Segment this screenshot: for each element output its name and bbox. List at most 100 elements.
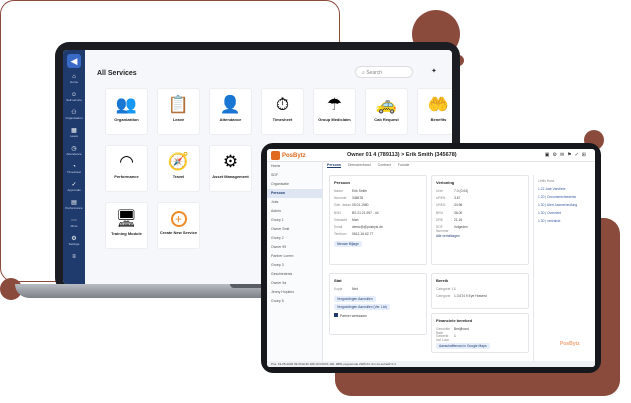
notification-bell-icon[interactable]: ✦: [431, 67, 437, 75]
info-value: Volgeden: [454, 224, 468, 229]
maps-button[interactable]: Aanschaffenvan in Google Maps: [436, 343, 490, 350]
history-item[interactable]: 1.22 Jaar Vandiete: [538, 187, 587, 195]
tablet-sidebar-item[interactable]: SDF: [267, 171, 322, 180]
toolbar-icons[interactable]: ▣⚙✉⚑✓⊞: [545, 152, 589, 158]
sidebar-item-label: Performance: [65, 206, 83, 210]
info-key: Nummer: [334, 196, 347, 201]
history-item[interactable]: 1.30 | vertraisie: [538, 219, 587, 227]
range-card: Bereik Categorie 1 1 Categorie 1.3.674 9 Ey…: [431, 273, 529, 309]
tab-contract[interactable]: Contract: [378, 163, 391, 167]
service-tile-label: Timesheet: [272, 117, 293, 122]
sidebar-item-timesheet[interactable]: ◔ Timesheet: [63, 164, 85, 181]
leave-icon: 📋: [167, 95, 190, 114]
tablet-sidebar-item[interactable]: Jobs: [267, 198, 322, 207]
sidebar-item-home[interactable]: ⌂ Home: [63, 74, 85, 91]
info-row: Geslacht Man: [334, 218, 422, 225]
org-chart-icon: 👥: [115, 95, 138, 114]
service-tile[interactable]: ☂ Group Mediclaim: [313, 88, 356, 135]
tablet-sidebar-item[interactable]: Owner 99: [267, 243, 322, 252]
info-row: UREN 34.96: [436, 203, 524, 210]
tablet-sidebar-item[interactable]: Geschiedenis: [267, 270, 322, 279]
info-key: Email: [334, 224, 343, 229]
info-key: Uren: [436, 189, 444, 193]
service-tile[interactable]: 👤 Attendance: [209, 88, 252, 135]
history-item[interactable]: 1.20 | Documentchiedenis: [538, 195, 587, 203]
sidebar-item-settings[interactable]: ⚙ Settings: [63, 236, 85, 253]
tablet-sidebar-item[interactable]: Partner Lorem: [267, 252, 322, 261]
service-tile[interactable]: ⏱ Timesheet: [261, 88, 304, 135]
sidebar-item-menu[interactable]: ≡: [63, 254, 85, 271]
service-tile[interactable]: ◠ Performance: [105, 145, 148, 192]
sidebar-item-self-service[interactable]: ☺ Self-service: [63, 92, 85, 109]
sidebar-item-organisation[interactable]: ⚇ Organisation: [63, 110, 85, 127]
info-value: BS 21.21.997 - 44: [352, 210, 379, 215]
gauge-icon: ◠: [119, 152, 134, 171]
tablet-sidebar-item[interactable]: Organisatie: [267, 180, 322, 189]
history-item[interactable]: 1.30 | Alert Jaarverbruiking: [538, 203, 587, 211]
tablet-sidebar-item[interactable]: Admin: [267, 207, 322, 216]
plus-icon: +: [170, 211, 187, 227]
service-tile[interactable]: + Create New Service: [157, 202, 200, 249]
tablet-sidebar-item[interactable]: Persoon: [267, 189, 322, 198]
service-tile[interactable]: 🚕 Cab Request: [365, 88, 408, 135]
sidebar-item-approvals[interactable]: ✓ Approvals: [63, 182, 85, 199]
info-key: Geworkte Rate: [436, 327, 451, 335]
tab-dienstverband[interactable]: Dienstverband: [348, 163, 371, 167]
sidebar-item-label: Organisation: [65, 116, 83, 120]
tab-persoon[interactable]: Persoon: [327, 163, 342, 168]
sidebar-item-performance[interactable]: ▤ Performance: [63, 200, 85, 217]
info-value: 09.01.1980: [352, 203, 369, 208]
tablet-sidebar-item[interactable]: Jenny Hopkins: [267, 288, 322, 297]
all-leave-link[interactable]: Alle verlofdagen: [436, 234, 460, 238]
info-row: Geb. datum 09.01.1980: [334, 203, 422, 210]
info-key: Geslacht: [334, 217, 348, 222]
tablet-sidebar-item[interactable]: Owner 9a: [267, 279, 322, 288]
tab-functie[interactable]: Functie: [398, 163, 409, 167]
tablet-sidebar: Home SDF Organisatie Persoon Jobs Admin Groep …: [267, 162, 323, 367]
sidebar-item-leave[interactable]: ▦ Leave: [63, 128, 85, 145]
service-tile[interactable]: 👥 Organization: [105, 88, 148, 135]
service-tile-label: Attendance: [219, 117, 242, 122]
info-row: Naam Erik Smith: [334, 189, 422, 196]
info-value: 0612-16.62.77: [352, 232, 374, 237]
service-tile[interactable]: ⚙ Asset Management: [209, 145, 252, 192]
status-bar: Pos: 19-05-2020 09:30 EUR 189.19 ROOS 19…: [267, 361, 595, 367]
service-tile-label: Asset Management: [212, 174, 249, 179]
status-key: Kopje: [334, 287, 343, 291]
info-row: UREN 3.67: [436, 196, 524, 203]
tablet-sidebar-item[interactable]: Home: [267, 162, 322, 171]
allowance-button-2[interactable]: Vergoedingen Aanvullen (Ver. Ltd): [334, 304, 390, 311]
service-tile[interactable]: 🧭 Travel: [157, 145, 200, 192]
info-value: Erik Smith: [352, 189, 368, 193]
tablet-sidebar-item[interactable]: Groep 3: [267, 261, 322, 270]
info-key: SOF Nummer: [436, 224, 449, 233]
status-heading: Stat: [334, 278, 342, 283]
attendance-icon: 👤: [219, 95, 242, 114]
service-tile[interactable]: 🖥 Training Module: [105, 202, 148, 249]
service-tile[interactable]: 📋 Leave: [157, 88, 200, 135]
info-value: 345678: [352, 196, 364, 201]
brand-logo-icon: [271, 151, 280, 160]
history-item[interactable]: 1.30 | Overzicht: [538, 211, 587, 219]
service-tile-label: Training Module: [111, 231, 142, 236]
tablet-sidebar-item[interactable]: Groep 5: [267, 297, 322, 306]
umbrella-icon: ☂: [326, 95, 343, 114]
service-tile[interactable]: 🤲 Benefits: [417, 88, 452, 135]
tablet-topbar: PosBytz Owner 01 4 (789113) > Erik Smith…: [267, 149, 595, 162]
finance-card: Financiele bereked Geworkte Rate Berijfho…: [431, 313, 529, 353]
brand-logo[interactable]: PosBytz: [271, 151, 306, 160]
person-card: Persoon Naam Erik Smith Nummer 345678 Geb. d…: [329, 175, 427, 265]
sidebar-item-attendance[interactable]: ◷ Attendance: [63, 146, 85, 163]
partner-checkbox[interactable]: [334, 313, 338, 318]
tablet-sidebar-item[interactable]: Groep 2: [267, 234, 322, 243]
history-item: Leftis Hoss: [538, 179, 555, 183]
sidebar-item-more[interactable]: ⋯ More: [63, 218, 85, 235]
asset-icon: ⚙: [222, 152, 239, 171]
tablet-sidebar-item[interactable]: Groep 1: [267, 216, 322, 225]
new-attachment-button[interactable]: Nieuwe Bijlage: [334, 241, 362, 248]
tablet-sidebar-item[interactable]: Owner Smit: [267, 225, 322, 234]
page-title: All Services: [97, 70, 137, 77]
app-logo[interactable]: ◀: [67, 54, 81, 68]
search-input[interactable]: ⌕ Search: [355, 66, 413, 78]
menu-icon: ≡: [72, 254, 76, 260]
